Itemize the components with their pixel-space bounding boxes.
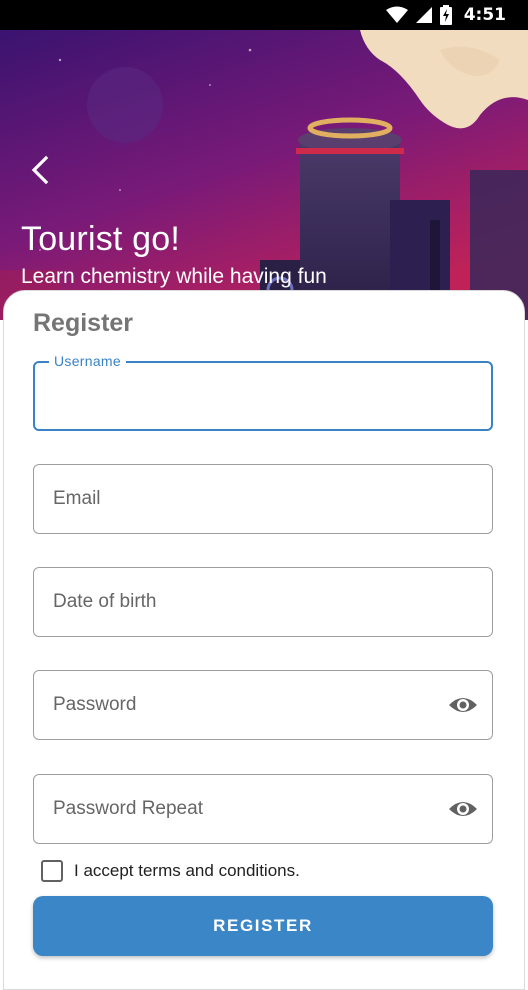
wifi-icon [385,6,408,23]
username-field[interactable]: Username [33,353,493,431]
password-field[interactable]: Password [33,670,493,740]
email-label: Email [53,488,101,509]
eye-icon[interactable] [448,797,478,821]
form-title: Register [33,309,134,337]
date-of-birth-field[interactable]: Date of birth [33,567,493,637]
chevron-left-icon [31,155,49,185]
password-repeat-field[interactable]: Password Repeat [33,774,493,844]
register-button[interactable]: REGISTER [33,896,493,956]
terms-checkbox[interactable] [41,860,63,882]
terms-row: I accept terms and conditions. [41,856,300,886]
status-time: 4:51 [463,5,506,25]
eye-icon[interactable] [448,693,478,717]
email-field[interactable]: Email [33,464,493,534]
terms-label[interactable]: I accept terms and conditions. [74,861,300,881]
hero-banner: Tourist go! Learn chemistry while having… [0,30,528,320]
status-icons: 4:51 [385,4,506,26]
username-label: Username [49,353,126,369]
app-subtitle: Learn chemistry while having fun [21,265,327,288]
date-of-birth-label: Date of birth [53,591,157,612]
app-title: Tourist go! [21,220,181,258]
password-label: Password [53,694,137,715]
battery-charging-icon [439,5,452,25]
register-card: Register Username Email Date of birth Pa… [3,290,525,990]
signal-icon [415,7,432,23]
status-bar: 4:51 [0,0,528,30]
password-repeat-label: Password Repeat [53,798,203,819]
back-button[interactable] [20,150,60,190]
